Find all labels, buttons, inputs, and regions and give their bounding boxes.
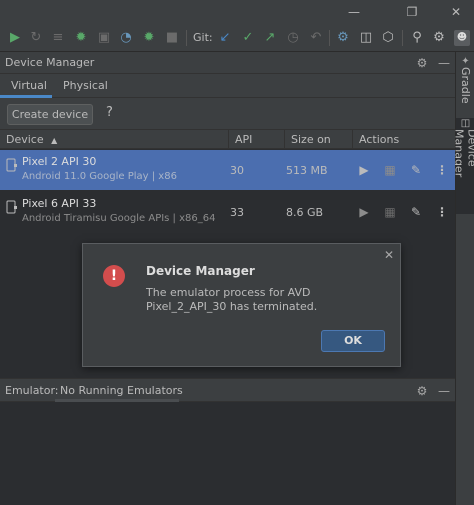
edit-icon[interactable]: ✎ <box>408 162 424 178</box>
device-subtitle: Android 11.0 Google Play | x86 <box>22 171 177 182</box>
column-api[interactable]: API <box>228 130 284 149</box>
table-row[interactable]: Pixel 2 API 30 Android 11.0 Google Play … <box>0 150 455 190</box>
title-bar: — ❐ ✕ <box>0 0 474 24</box>
folder-icon[interactable]: ▦ <box>382 162 398 178</box>
tab-virtual[interactable]: Virtual <box>11 79 47 92</box>
attach-debugger-icon[interactable]: ▣ <box>96 30 112 46</box>
run-icon[interactable]: ▶ <box>7 30 23 46</box>
device-manager-tab[interactable]: ◫ Device Manager <box>452 118 474 214</box>
elephant-icon: ✦ <box>461 56 470 67</box>
action-bar: Create device ? <box>0 98 455 130</box>
column-actions-label: Actions <box>359 133 400 146</box>
device-manager-header: Device Manager ⚙ — <box>0 52 455 74</box>
column-actions: Actions <box>352 130 455 149</box>
git-commit-icon[interactable]: ✓ <box>240 30 256 46</box>
close-icon[interactable]: ✕ <box>384 248 394 262</box>
emulator-header: Emulator: No Running Emulators ⚙ — <box>0 378 455 402</box>
emulator-body <box>0 402 455 505</box>
rerun-icon[interactable]: ↻ <box>28 30 44 46</box>
emulator-label: Emulator: <box>5 384 59 397</box>
help-icon[interactable]: ? <box>106 105 113 120</box>
phone-icon <box>6 158 17 172</box>
folder-icon[interactable]: ▦ <box>382 204 398 220</box>
git-history-icon[interactable]: ◷ <box>285 30 301 46</box>
hide-icon[interactable]: — <box>436 383 452 399</box>
avatar-icon[interactable]: ☻ <box>454 30 470 46</box>
column-size[interactable]: Size on Disk <box>284 130 352 165</box>
more-icon[interactable]: ⋮ <box>434 162 450 178</box>
device-name: Pixel 6 API 33 <box>22 197 97 210</box>
coverage-icon[interactable]: ✹ <box>141 30 157 46</box>
device-icon: ◫ <box>460 118 471 129</box>
sort-ascending-icon: ▲ <box>51 136 58 145</box>
close-window-icon[interactable]: ✕ <box>446 2 466 22</box>
column-device-label: Device <box>6 133 44 146</box>
device-manager-icon[interactable]: ◫ <box>358 30 374 46</box>
device-subtitle: Android Tiramisu Google APIs | x86_64 <box>22 213 216 224</box>
device-size: 513 MB <box>286 164 328 177</box>
more-icon[interactable]: ⋮ <box>434 204 450 220</box>
launch-icon[interactable]: ▶ <box>356 204 372 220</box>
device-manager-tab-label: Device Manager <box>452 129 474 178</box>
table-header: Device ▲ API Size on Disk Actions <box>0 130 455 165</box>
table-row[interactable]: Pixel 6 API 33 Android Tiramisu Google A… <box>0 192 455 232</box>
device-tabs: Virtual Physical <box>0 74 455 98</box>
device-api: 30 <box>230 164 244 177</box>
gradle-tab[interactable]: ✦ Gradle <box>456 56 474 112</box>
sync-gradle-icon[interactable]: ⚙ <box>335 30 351 46</box>
git-rollback-icon[interactable]: ↶ <box>308 30 324 46</box>
profile-icon[interactable]: ◔ <box>118 30 134 46</box>
settings-icon[interactable]: ⚙ <box>431 30 447 46</box>
dialog-title: Device Manager <box>146 264 255 278</box>
dialog-message: The emulator process for AVD Pixel_2_API… <box>146 286 318 313</box>
edit-icon[interactable]: ✎ <box>408 204 424 220</box>
device-size: 8.6 GB <box>286 206 324 219</box>
error-icon: ! <box>103 265 125 287</box>
column-device[interactable]: Device ▲ <box>0 130 228 149</box>
tab-physical[interactable]: Physical <box>63 79 108 92</box>
tab-no-running-emulators[interactable]: No Running Emulators <box>60 384 183 397</box>
launch-icon[interactable]: ▶ <box>356 162 372 178</box>
search-icon[interactable]: ⚲ <box>409 30 425 46</box>
device-name: Pixel 2 API 30 <box>22 155 97 168</box>
create-device-button[interactable]: Create device <box>7 104 93 125</box>
gear-icon[interactable]: ⚙ <box>414 55 430 71</box>
sdk-manager-icon[interactable]: ⬡ <box>380 30 396 46</box>
git-label: Git: <box>193 31 213 44</box>
phone-icon <box>6 200 17 214</box>
column-api-label: API <box>235 133 253 146</box>
ok-button[interactable]: OK <box>321 330 385 352</box>
debug-icon[interactable]: ✹ <box>73 30 89 46</box>
restore-icon[interactable]: ❐ <box>402 2 422 22</box>
git-push-icon[interactable]: ↗ <box>262 30 278 46</box>
right-tool-stripe: ✦ Gradle ◫ Device Manager <box>452 52 474 505</box>
stop-icon[interactable]: ■ <box>164 30 180 46</box>
apply-changes-icon[interactable]: ≡ <box>50 30 66 46</box>
git-update-icon[interactable]: ↙ <box>217 30 233 46</box>
error-dialog: ✕ ! Device Manager The emulator process … <box>82 243 401 367</box>
hide-icon[interactable]: — <box>436 55 452 71</box>
gradle-tab-label: Gradle <box>459 67 472 104</box>
panel-title: Device Manager <box>5 56 95 69</box>
main-toolbar: ▶ ↻ ≡ ✹ ▣ ◔ ✹ ■ Git: ↙ ✓ ↗ ◷ ↶ ⚙ ◫ ⬡ ⚲ ⚙… <box>0 24 474 52</box>
device-api: 33 <box>230 206 244 219</box>
minimize-icon[interactable]: — <box>344 2 364 22</box>
gear-icon[interactable]: ⚙ <box>414 383 430 399</box>
